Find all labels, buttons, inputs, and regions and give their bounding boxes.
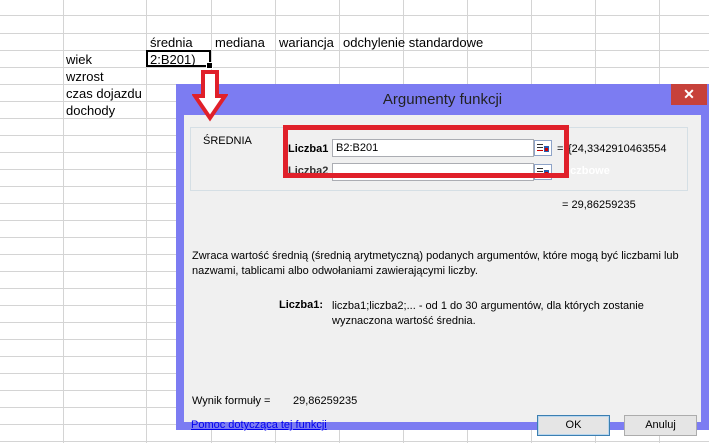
ok-button[interactable]: OK <box>537 415 610 436</box>
argument-description-label: Liczba1: <box>279 299 324 311</box>
cancel-button[interactable]: Anuluj <box>624 415 697 436</box>
row-label-wiek[interactable]: wiek <box>66 51 92 68</box>
active-cell-formula: 2:B201) <box>150 52 196 67</box>
active-cell[interactable]: 2:B201) <box>146 50 213 69</box>
red-arrow-annotation <box>191 70 229 122</box>
row-divider <box>0 67 709 68</box>
row-label-dochody[interactable]: dochody <box>66 102 115 119</box>
close-icon: ✕ <box>683 86 695 102</box>
header-cell-mediana[interactable]: mediana <box>215 34 265 51</box>
row-divider <box>0 15 709 16</box>
fill-handle[interactable] <box>206 62 213 69</box>
arrow-down-icon <box>191 70 229 122</box>
function-description: Zwraca wartość średnią (średnią arytmety… <box>192 250 679 277</box>
header-cell-srednia[interactable]: średnia <box>150 34 193 51</box>
function-name-label: ŚREDNIA <box>203 135 252 147</box>
formula-result-label: Wynik formuły = <box>192 395 271 407</box>
help-link[interactable]: Pomoc dotycząca tej funkcji <box>191 419 327 431</box>
row-divider <box>0 441 709 442</box>
formula-result-value: 29,86259235 <box>293 395 358 407</box>
dialog-titlebar[interactable]: Argumenty funkcji ✕ <box>176 84 709 114</box>
close-button[interactable]: ✕ <box>671 84 707 105</box>
argument-description: liczba1;liczba2;... - od 1 do 30 argumen… <box>332 300 644 327</box>
function-total-result: = 29,86259235 <box>562 199 636 211</box>
red-highlight-box <box>283 125 569 178</box>
argument-result-2: liczbowe <box>564 165 610 177</box>
argument-result-1: {24,3342910463554 <box>568 143 667 155</box>
row-label-czas-dojazdu[interactable]: czas dojazdu <box>66 85 142 102</box>
row-label-wzrost[interactable]: wzrost <box>66 68 104 85</box>
dialog-title: Argumenty funkcji <box>382 91 503 108</box>
header-cell-odchylenie[interactable]: odchylenie standardowe <box>343 34 483 51</box>
header-cell-wariancja[interactable]: wariancja <box>279 34 334 51</box>
